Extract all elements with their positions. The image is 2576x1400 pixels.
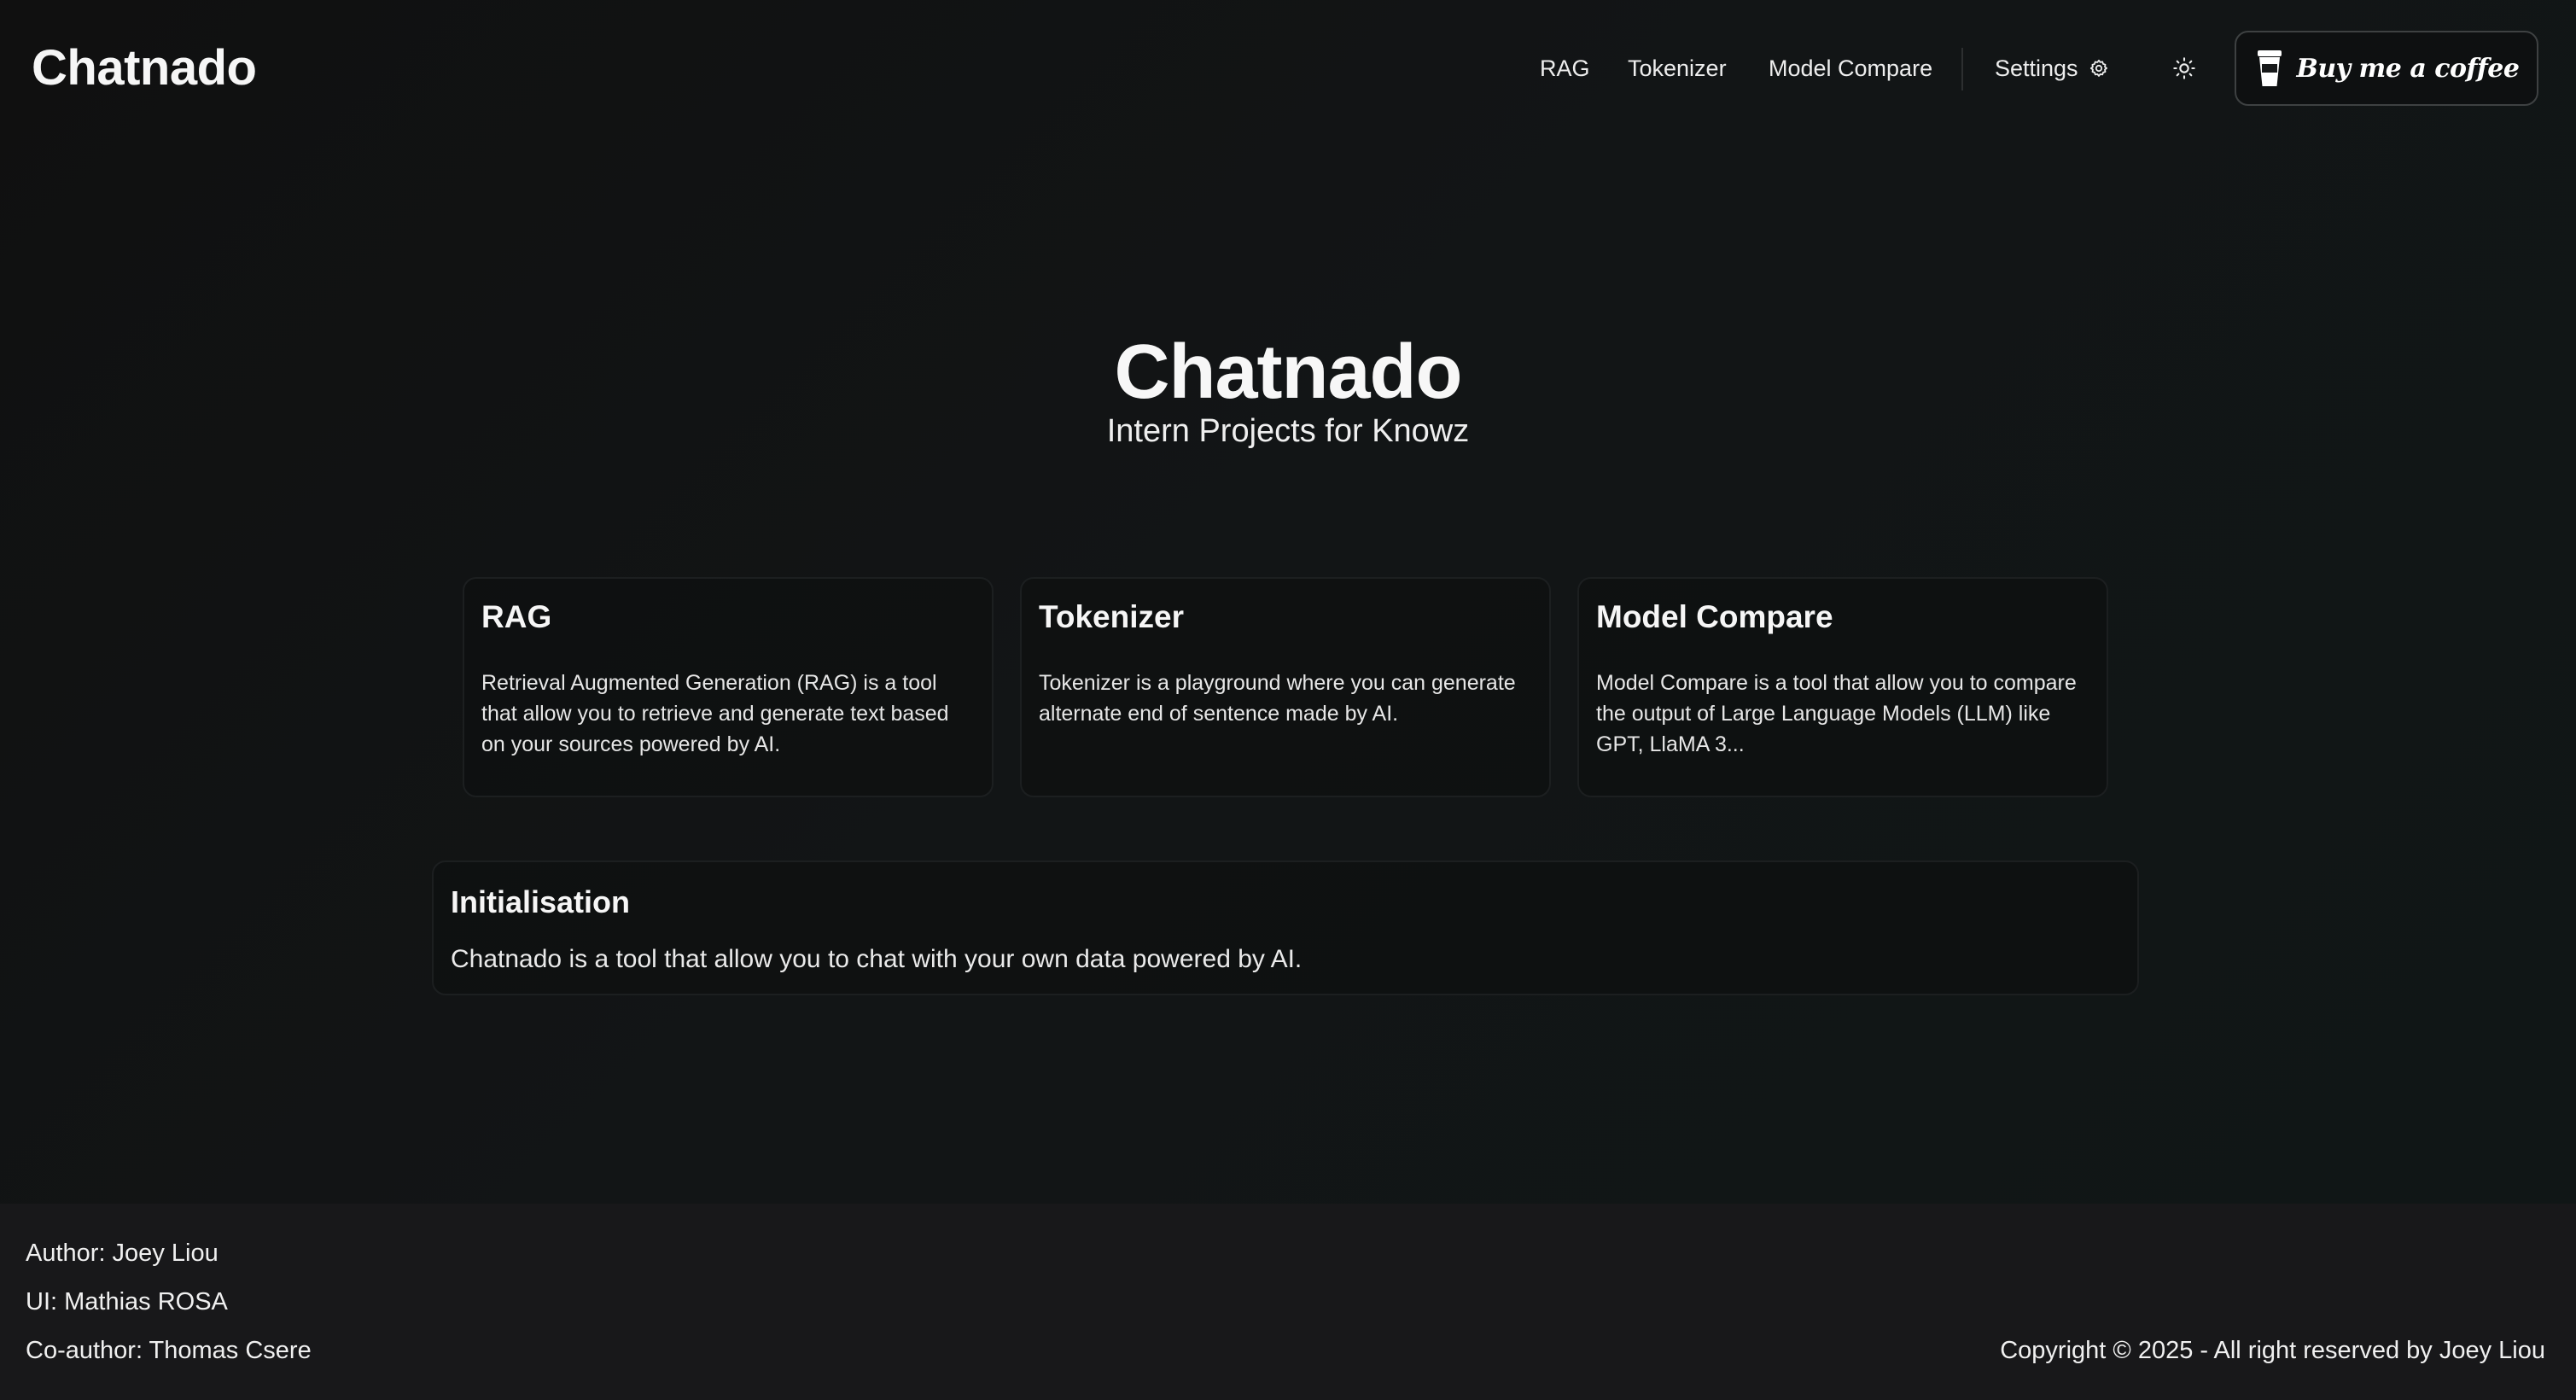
feature-card-tokenizer[interactable]: Tokenizer Tokenizer is a playground wher… <box>1020 577 1551 797</box>
feature-card-model-compare[interactable]: Model Compare Model Compare is a tool th… <box>1577 577 2108 797</box>
card-description: Retrieval Augmented Generation (RAG) is … <box>481 671 949 756</box>
top-navbar: Chatnado RAG Tokenizer Model Compare Set… <box>0 0 2576 137</box>
initialisation-description: Chatnado is a tool that allow you to cha… <box>451 945 1303 973</box>
footer-ui-credit: UI: Mathias ROSA <box>26 1288 228 1315</box>
nav-link-tokenizer[interactable]: Tokenizer <box>1628 50 1727 87</box>
hero-title: Chatnado <box>1114 330 1463 415</box>
coffee-cup-icon <box>2254 47 2285 90</box>
card-description: Model Compare is a tool that allow you t… <box>1596 671 2077 756</box>
footer-coauthor: Co-author: Thomas Csere <box>26 1337 312 1364</box>
initialisation-title: Initialisation <box>451 884 631 919</box>
sun-icon <box>2172 56 2196 80</box>
nav-divider <box>1961 48 1963 90</box>
footer-author: Author: Joey Liou <box>26 1240 219 1267</box>
feature-card-rag[interactable]: RAG Retrieval Augmented Generation (RAG)… <box>463 577 994 797</box>
brand-logo[interactable]: Chatnado <box>32 38 257 99</box>
footer: Author: Joey Liou UI: Mathias ROSA Co-au… <box>0 1204 2576 1400</box>
card-title: Tokenizer <box>1039 599 1184 634</box>
buy-me-a-coffee-label: Buy me a coffee <box>2296 53 2520 84</box>
settings-label: Settings <box>1995 55 2078 81</box>
nav-link-model-compare[interactable]: Model Compare <box>1769 50 1932 87</box>
footer-copyright: Copyright © 2025 - All right reserved by… <box>2000 1337 2545 1364</box>
settings-button[interactable]: Settings <box>1995 50 2109 87</box>
buy-me-a-coffee-button[interactable]: Buy me a coffee <box>2235 31 2538 106</box>
theme-toggle-button[interactable] <box>2165 50 2203 87</box>
nav-link-rag[interactable]: RAG <box>1540 50 1590 87</box>
card-title: RAG <box>481 599 552 634</box>
card-description: Tokenizer is a playground where you can … <box>1039 671 1516 726</box>
initialisation-panel: Initialisation Chatnado is a tool that a… <box>432 860 2139 995</box>
gear-icon <box>2089 58 2109 79</box>
card-title: Model Compare <box>1596 599 1833 634</box>
hero-subtitle: Intern Projects for Knowz <box>1106 413 1470 449</box>
